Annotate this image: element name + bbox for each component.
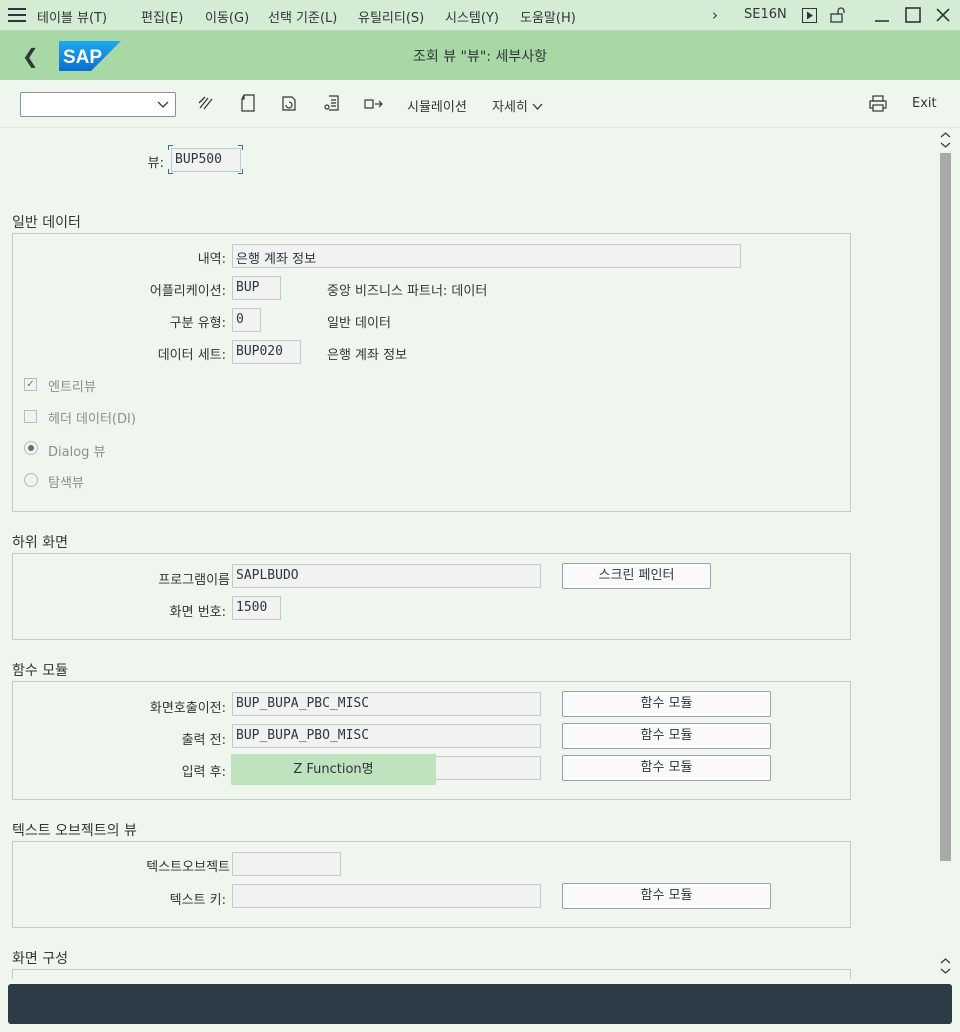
text-function-module-button[interactable]: 함수 모듈 [562,883,771,909]
scroll-down-icon[interactable] [940,957,951,975]
vertical-scrollbar[interactable] [938,129,960,979]
close-icon[interactable] [936,8,950,22]
menu-utilities[interactable]: 유틸리티(S) [358,7,424,26]
screen-config-title: 화면 구성 [12,951,68,967]
page-title: 조회 뷰 "뷰": 세부사항 [413,49,547,65]
type-description: 일반 데이터 [327,316,391,331]
where-used-icon[interactable] [323,94,341,112]
after-input-label: 입력 후: [181,765,226,780]
description-label: 내역: [197,252,226,267]
focus-corner [168,169,173,174]
minimize-icon[interactable] [874,8,890,23]
application-description: 중앙 비즈니스 파트너: 데이터 [327,284,488,299]
header-data-label: 헤더 데이터(DI) [48,412,136,427]
menu-bar: 테이블 뷰(T) 편집(E) 이동(G) 선택 기준(L) 유틸리티(S) 시스… [0,0,960,31]
other-object-icon[interactable] [239,94,257,112]
dataset-field[interactable]: BUP020 [232,340,301,364]
menu-system[interactable]: 시스템(Y) [445,7,499,26]
text-object-label: 텍스트오브젝트 [146,860,230,875]
description-field[interactable]: 은행 계좌 정보 [232,244,741,268]
screen-painter-button[interactable]: 스크린 페인터 [562,563,711,589]
hamburger-menu-icon[interactable] [8,8,26,23]
details-label: 자세히 [492,100,528,115]
dataset-label: 데이터 세트: [157,348,226,363]
menu-goto[interactable]: 이동(G) [205,7,249,26]
unlock-icon[interactable] [830,6,846,23]
chevron-down-icon [157,101,169,108]
transaction-code: SE16N [744,7,787,22]
application-label: 어플리케이션: [149,284,226,299]
text-key-label: 텍스트 키: [169,893,226,908]
maximize-icon[interactable] [905,7,921,23]
menu-selection[interactable]: 선택 기준(L) [268,7,337,26]
before-output-field[interactable]: BUP_BUPA_PBO_MISC [232,724,541,748]
status-bar [8,984,952,1024]
content-area: 뷰: BUP500 일반 데이터 내역: 은행 계좌 정보 어플리케이션: BU… [0,129,938,979]
entry-view-checkbox[interactable]: ✓ [24,378,37,391]
simulation-button[interactable]: 시뮬레이션 [407,96,467,115]
navigate-icon[interactable] [364,94,384,112]
display-change-icon[interactable] [197,94,215,112]
application-field[interactable]: BUP [232,276,281,300]
menu-edit[interactable]: 편집(E) [141,7,183,26]
details-menu-button[interactable]: 자세히 [492,96,543,115]
function-module-button-1[interactable]: 함수 모듈 [562,691,771,717]
screen-number-label: 화면 번호: [169,605,226,620]
function-modules-title: 함수 모듈 [12,663,68,679]
screen-config-group [12,969,851,979]
chevron-right-icon[interactable]: › [712,6,718,24]
program-label: 프로그램이름 [158,573,230,588]
screen-number-field[interactable]: 1500 [232,596,281,620]
function-module-button-2[interactable]: 함수 모듈 [562,723,771,749]
search-view-label: 탐색뷰 [48,476,84,491]
type-label: 구분 유형: [169,316,226,331]
print-icon[interactable] [869,94,887,112]
command-field[interactable] [20,92,176,117]
view-label: 뷰: [147,156,164,171]
focus-corner [238,169,243,174]
chevron-down-icon [532,103,543,110]
type-field[interactable]: 0 [232,308,261,332]
header-data-checkbox[interactable] [24,410,37,423]
before-call-field[interactable]: BUP_BUPA_PBC_MISC [232,692,541,716]
title-bar: ❮ SAP 조회 뷰 "뷰": 세부사항 [0,31,960,80]
search-view-radio[interactable] [24,473,38,487]
menu-table-view[interactable]: 테이블 뷰(T) [37,7,107,26]
dataset-description: 은행 계좌 정보 [327,348,408,363]
function-name-overlay: Z Function명 [231,754,436,785]
function-module-button-3[interactable]: 함수 모듈 [562,755,771,781]
text-key-field[interactable] [232,884,541,908]
text-object-title: 텍스트 오브젝트의 뷰 [12,823,137,839]
refresh-icon[interactable] [280,94,298,112]
dialog-view-label: Dialog 뷰 [48,445,106,460]
program-field[interactable]: SAPLBUDO [232,564,541,588]
text-object-field[interactable] [232,852,341,876]
general-data-group [12,233,851,512]
before-call-label: 화면호출이전: [149,701,226,716]
focus-corner [238,145,243,150]
focus-corner [168,145,173,150]
before-output-label: 출력 전: [181,733,226,748]
exit-button[interactable]: Exit [912,96,937,111]
play-icon[interactable] [802,8,817,23]
scroll-thumb[interactable] [940,153,951,861]
subscreen-title: 하위 화면 [12,535,68,551]
general-data-title: 일반 데이터 [12,215,81,231]
dialog-view-radio[interactable] [24,441,38,455]
entry-view-label: 엔트리뷰 [48,380,96,395]
menu-help[interactable]: 도움말(H) [520,7,576,26]
view-field[interactable]: BUP500 [171,148,241,172]
scroll-up-icon[interactable] [940,131,951,149]
toolbar: 시뮬레이션 자세히 Exit [0,80,960,128]
